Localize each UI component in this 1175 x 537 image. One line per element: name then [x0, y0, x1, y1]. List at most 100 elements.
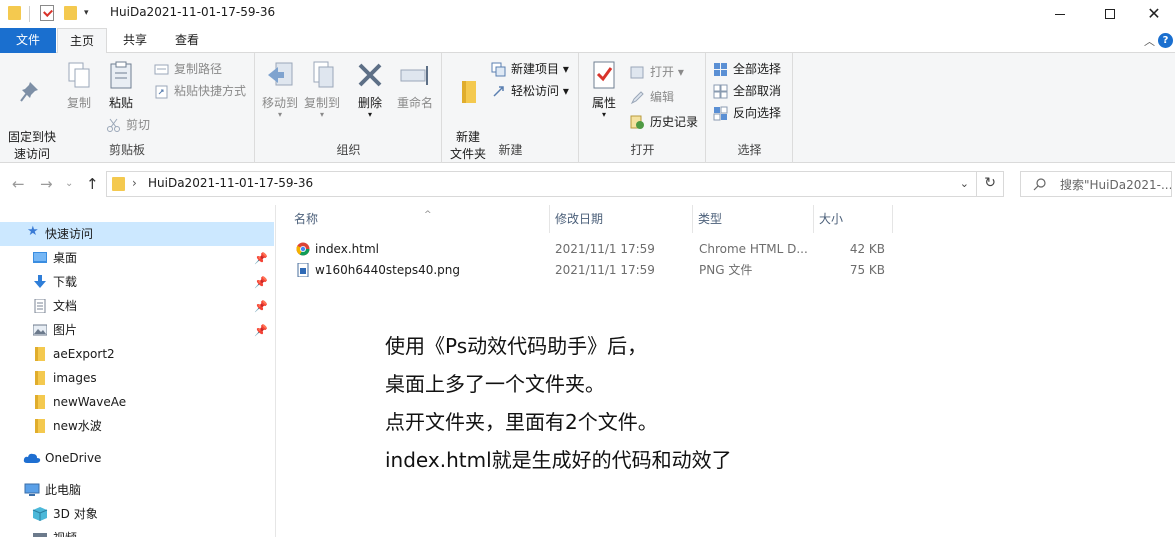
address-dropdown-chevron-icon[interactable]: ⌄ [960, 177, 969, 190]
easy-access-button[interactable]: 轻松访问 ▾ [491, 81, 569, 101]
tab-share[interactable]: 共享 [112, 28, 158, 53]
ribbon-tabs: 文件 主页 共享 查看 ︿ ? [0, 28, 1175, 54]
column-header-type[interactable]: 类型 [692, 205, 814, 233]
breadcrumb[interactable]: HuiDa2021-11-01-17-59-36 [148, 176, 313, 190]
download-icon [34, 275, 46, 288]
history-button[interactable]: 历史记录 [630, 112, 698, 132]
star-icon: ★ [27, 224, 39, 239]
sidebar-item-downloads[interactable]: 下载 📌 [0, 270, 274, 294]
sidebar-item-desktop[interactable]: 桌面 📌 [0, 246, 274, 270]
minimize-button[interactable] [1037, 0, 1083, 28]
clipboard-group: 固定到快 速访问 复制 粘贴 复制路径 粘贴快捷方式 剪切 剪贴板 [0, 53, 255, 163]
organize-group-label: 组织 [336, 143, 361, 157]
select-group: 全部选择 全部取消 反向选择 选择 [707, 53, 793, 163]
copy-path-button[interactable]: 复制路径 [154, 59, 222, 79]
new-folder-icon[interactable] [64, 6, 77, 20]
close-button[interactable]: ✕ [1131, 0, 1175, 28]
file-modified: 2021/11/1 17:59 [555, 242, 655, 256]
folder-icon [8, 6, 21, 20]
column-header-modified[interactable]: 修改日期 [549, 205, 693, 233]
sidebar-item-newwaveae[interactable]: newWaveAe [0, 390, 274, 414]
properties-chevron-icon: ▾ [601, 110, 606, 119]
pin-icon[interactable]: 📌 [254, 271, 268, 295]
help-icon[interactable]: ? [1158, 33, 1173, 48]
divider [29, 6, 30, 22]
address-bar[interactable]: › HuiDa2021-11-01-17-59-36 ⌄ ↻ [106, 171, 1004, 197]
customize-toolbar-chevron-icon[interactable]: ▾ [84, 8, 89, 18]
maximize-button[interactable] [1087, 0, 1133, 28]
sidebar-item-documents[interactable]: 文档 📌 [0, 294, 274, 318]
folder-icon [35, 395, 45, 409]
cut-button[interactable]: 剪切 [106, 115, 150, 135]
open-group: 属性 ▾ 打开 ▾ 编辑 历史记录 打开 [580, 53, 706, 163]
sidebar-item-quick-access[interactable]: ★ 快速访问 [0, 222, 274, 246]
file-list: 名称 ^ 修改日期 类型 大小 index.html 2021/11/1 17:… [277, 205, 1175, 537]
pin-icon[interactable]: 📌 [254, 295, 268, 319]
recent-locations-chevron-icon[interactable]: ⌄ [65, 178, 73, 189]
file-size: 42 KB [849, 242, 885, 256]
properties-check-icon[interactable] [40, 5, 54, 21]
search-input[interactable]: 搜索"HuiDa2021-... [1020, 171, 1172, 197]
window-title: HuiDa2021-11-01-17-59-36 [110, 5, 276, 19]
sidebar-item-3d-objects[interactable]: 3D 对象 [0, 502, 274, 526]
copy-path-icon [154, 64, 169, 75]
sidebar-item-pictures[interactable]: 图片 📌 [0, 318, 274, 342]
table-row[interactable]: w160h6440steps40.png 2021/11/1 17:59 PNG… [277, 260, 897, 281]
organize-group: 移动到 ▾ 复制到 ▾ 删除 ▾ 重命名 组织 [256, 53, 442, 163]
new-item-button[interactable]: 新建项目 ▾ [491, 59, 569, 79]
back-arrow-icon[interactable]: ← [12, 175, 25, 193]
up-arrow-icon[interactable]: ↑ [86, 175, 99, 193]
copy-to-button[interactable]: 复制到 ▾ [302, 59, 342, 119]
properties-button[interactable]: 属性 ▾ [586, 59, 622, 119]
paste-button[interactable]: 粘贴 [104, 59, 138, 112]
close-icon: ✕ [1147, 4, 1161, 23]
edit-button[interactable]: 编辑 [630, 87, 674, 107]
minimize-icon [1055, 13, 1065, 15]
rename-button[interactable]: 重命名 [394, 59, 436, 112]
invert-selection-button[interactable]: 反向选择 [713, 103, 781, 123]
select-none-button[interactable]: 全部取消 [713, 81, 781, 101]
sidebar-item-videos[interactable]: 视频 [0, 526, 274, 537]
delete-chevron-icon: ▾ [367, 110, 372, 119]
sidebar-item-this-pc[interactable]: 此电脑 [0, 478, 274, 502]
table-row[interactable]: index.html 2021/11/1 17:59 Chrome HTML D… [277, 239, 897, 260]
tab-view[interactable]: 查看 [164, 28, 210, 53]
pin-icon [20, 82, 38, 102]
delete-button[interactable]: 删除 ▾ [354, 59, 386, 119]
delete-icon [358, 63, 382, 87]
column-header-name[interactable]: 名称 ^ [288, 205, 550, 233]
copy-icon [68, 62, 90, 88]
annotation-line: 使用《Ps动效代码助手》后， [385, 334, 648, 358]
forward-arrow-icon[interactable]: → [40, 175, 53, 193]
file-name: index.html [315, 242, 379, 256]
history-icon [630, 115, 644, 129]
folder-icon [35, 419, 45, 433]
sidebar-item-images[interactable]: images [0, 366, 274, 390]
navigation-pane: ★ 快速访问 桌面 📌 下载 📌 文档 📌 图片 📌 aeExport2 ima… [0, 205, 276, 537]
pin-icon[interactable]: 📌 [254, 247, 268, 271]
copy-button[interactable]: 复制 [62, 59, 96, 112]
paste-shortcut-button[interactable]: 粘贴快捷方式 [154, 81, 246, 101]
tab-file[interactable]: 文件 [0, 28, 56, 53]
sidebar-item-aeexport2[interactable]: aeExport2 [0, 342, 274, 366]
sidebar-item-new-water-wave[interactable]: new水波 [0, 414, 274, 438]
file-type: PNG 文件 [699, 263, 753, 277]
sidebar-item-onedrive[interactable]: OneDrive [0, 446, 274, 470]
move-to-button[interactable]: 移动到 ▾ [260, 59, 300, 119]
new-item-icon [491, 62, 506, 77]
tab-home[interactable]: 主页 [57, 28, 107, 54]
pin-icon[interactable]: 📌 [254, 319, 268, 343]
refresh-icon[interactable]: ↻ [984, 175, 996, 191]
maximize-icon [1105, 9, 1115, 19]
open-button[interactable]: 打开 ▾ [630, 62, 684, 82]
copy-to-chevron-icon: ▾ [319, 110, 324, 119]
expand-ribbon-chevron-icon[interactable]: ︿ [1144, 33, 1155, 49]
breadcrumb-chevron-icon[interactable]: › [132, 176, 137, 190]
rename-icon [400, 66, 428, 85]
select-all-button[interactable]: 全部选择 [713, 59, 781, 79]
column-header-size[interactable]: 大小 [813, 205, 893, 233]
cube-icon [32, 507, 48, 521]
cloud-icon [23, 453, 41, 463]
paste-shortcut-icon [155, 85, 168, 99]
annotation-line: index.html就是生成好的代码和动效了 [385, 448, 732, 472]
